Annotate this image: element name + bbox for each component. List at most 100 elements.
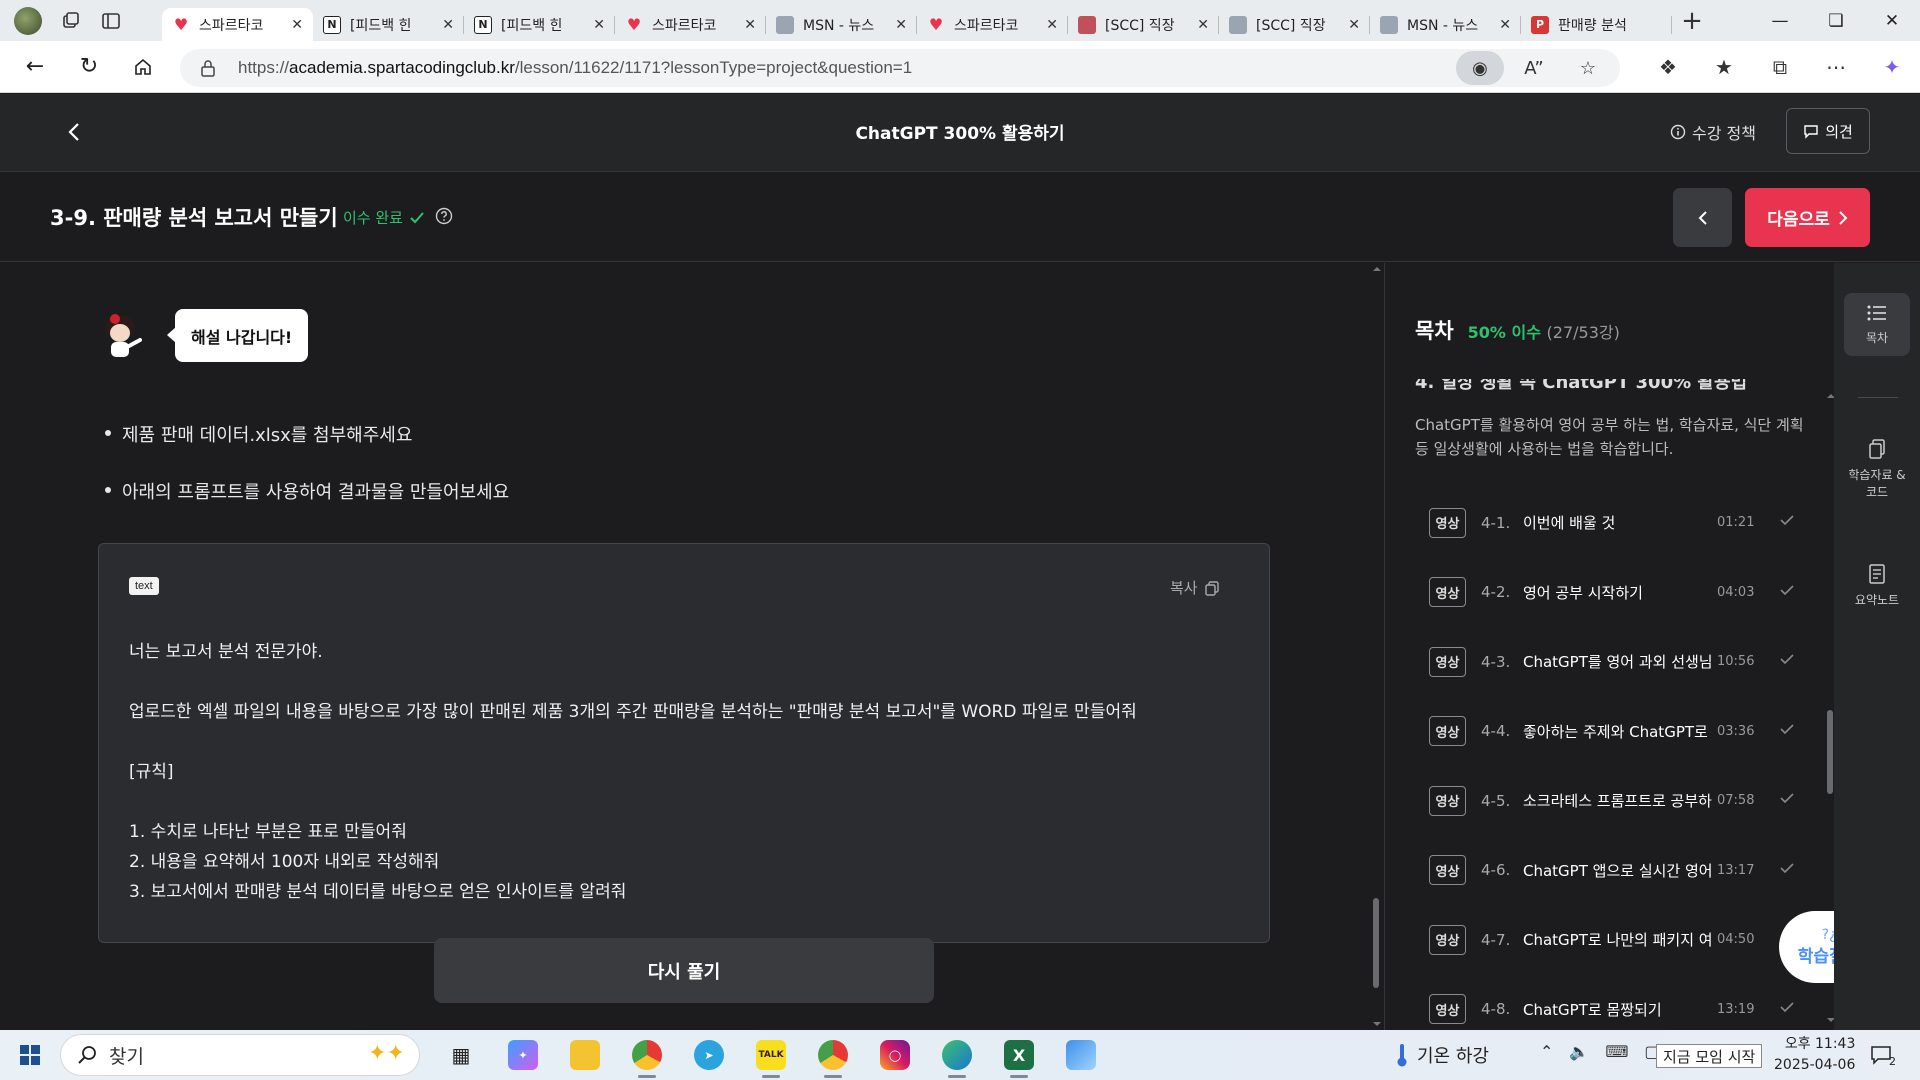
page-icon bbox=[1229, 15, 1247, 34]
next-lesson-button[interactable]: 다음으로 bbox=[1745, 188, 1870, 247]
favorites-icon[interactable]: ★ bbox=[1696, 41, 1752, 93]
content-scrollbar[interactable] bbox=[1370, 263, 1384, 1030]
back-button[interactable]: ← bbox=[8, 41, 62, 93]
browser-tab[interactable]: MSN - 뉴스 ✕ bbox=[1370, 8, 1521, 41]
toc-item[interactable]: 영상 4-7. ChatGPT로 나만의 패키지 여 04:50 bbox=[1429, 905, 1809, 975]
tracking-prevention-icon[interactable]: ◉ bbox=[1456, 51, 1504, 85]
toc-item-duration: 04:50 bbox=[1717, 932, 1755, 948]
url-prefix: https:// bbox=[238, 58, 290, 77]
close-tab-icon[interactable]: ✕ bbox=[895, 17, 907, 33]
weather-text: 기온 하강 bbox=[1417, 1046, 1489, 1067]
copy-button[interactable]: 복사 bbox=[1170, 577, 1220, 598]
browser-tab[interactable]: N [피드백 힌 ✕ bbox=[464, 8, 615, 41]
toc-item-number: 4-6. bbox=[1481, 861, 1511, 880]
browser-tab[interactable]: [SCC] 직장 ✕ bbox=[1219, 8, 1370, 41]
workspaces-icon[interactable] bbox=[60, 10, 82, 32]
ime-icon[interactable]: ⌨ bbox=[1605, 1042, 1628, 1061]
read-aloud-icon[interactable]: A” bbox=[1510, 51, 1558, 85]
policy-link[interactable]: 수강 정책 bbox=[1670, 120, 1756, 144]
refresh-button[interactable]: ↻ bbox=[62, 41, 116, 93]
pdf-icon: P bbox=[1531, 15, 1549, 34]
taskbar-clock[interactable]: 오후 11:43 2025-04-06 bbox=[1774, 1034, 1855, 1076]
copilot-icon[interactable]: ✦ bbox=[1864, 41, 1920, 93]
toc-item[interactable]: 영상 4-2. 영어 공부 시작하기 04:03 bbox=[1429, 558, 1809, 628]
new-tab-button[interactable]: + bbox=[1672, 0, 1712, 41]
video-badge: 영상 bbox=[1429, 646, 1466, 677]
rail-toc-button[interactable]: 목차 bbox=[1844, 293, 1910, 356]
toc-section-title[interactable]: 4. 일상 생활 속 ChatGPT 300% 활용법 bbox=[1415, 379, 1747, 393]
toc-item-title: ChatGPT로 몸짱되기 bbox=[1523, 1000, 1662, 1019]
home-button[interactable] bbox=[116, 41, 170, 93]
toc-scroll-thumb[interactable] bbox=[1827, 710, 1833, 794]
prompt-line: 업로드한 엑셀 파일의 내용을 바탕으로 가장 많이 판매된 제품 3개의 주간… bbox=[129, 702, 1137, 722]
browser-tab[interactable]: N [피드백 힌 ✕ bbox=[313, 8, 464, 41]
taskbar-search[interactable]: 찾기 ✦✦ bbox=[60, 1034, 420, 1076]
toc-progress-percent: 50% 이수 bbox=[1467, 323, 1541, 342]
tab-actions-icon[interactable] bbox=[100, 10, 122, 32]
toc-item[interactable]: 영상 4-8. ChatGPT로 몸짱되기 13:19 bbox=[1429, 975, 1809, 1031]
edge-icon[interactable] bbox=[926, 1030, 988, 1080]
toc-item[interactable]: 영상 4-5. 소크라테스 프롬프트로 공부하 07:58 bbox=[1429, 766, 1809, 836]
maximize-button[interactable]: ❏ bbox=[1808, 0, 1864, 41]
toc-item-number: 4-3. bbox=[1481, 652, 1511, 671]
chrome-profile-icon[interactable] bbox=[802, 1030, 864, 1080]
excel-icon[interactable]: X bbox=[988, 1030, 1050, 1080]
close-tab-icon[interactable]: ✕ bbox=[1499, 17, 1511, 33]
volume-icon[interactable]: 🔈 bbox=[1569, 1042, 1589, 1061]
minimize-button[interactable]: — bbox=[1752, 0, 1808, 41]
chrome-icon[interactable] bbox=[616, 1030, 678, 1080]
profile-avatar[interactable] bbox=[14, 6, 42, 35]
more-icon[interactable]: ⋯ bbox=[1808, 41, 1864, 93]
feedback-label: 의견 bbox=[1825, 122, 1853, 141]
notification-icon[interactable]: 2 bbox=[1866, 1042, 1896, 1068]
photos-icon[interactable] bbox=[1050, 1030, 1112, 1080]
file-explorer-icon[interactable] bbox=[554, 1030, 616, 1080]
content-scroll-thumb[interactable] bbox=[1373, 898, 1379, 988]
help-icon[interactable] bbox=[435, 207, 453, 229]
close-tab-icon[interactable]: ✕ bbox=[744, 17, 756, 33]
url-field[interactable]: https://academia.spartacodingclub.kr/les… bbox=[180, 49, 1620, 87]
browser-tab[interactable]: ♥ 스파르타코 ✕ bbox=[615, 8, 766, 41]
kakaotalk-icon[interactable]: TALK bbox=[740, 1030, 802, 1080]
close-tab-icon[interactable]: ✕ bbox=[593, 17, 605, 33]
start-button[interactable] bbox=[0, 1030, 60, 1080]
toc-item[interactable]: 영상 4-3. ChatGPT를 영어 과외 선생님 10:56 bbox=[1429, 627, 1809, 697]
telegram-icon[interactable]: ➤ bbox=[678, 1030, 740, 1080]
close-window-button[interactable]: ✕ bbox=[1864, 0, 1920, 41]
tray-chevron-up-icon[interactable]: ⌃ bbox=[1540, 1042, 1553, 1061]
toc-item[interactable]: 영상 4-6. ChatGPT 앱으로 실시간 영어 13:17 bbox=[1429, 836, 1809, 906]
collections-icon[interactable]: ⧉ bbox=[1752, 41, 1808, 93]
browser-tab[interactable]: ♥ 스파르타코 ✕ bbox=[162, 8, 313, 41]
check-icon bbox=[1780, 584, 1794, 595]
course-header: ChatGPT 300% 활용하기 수강 정책 의견 bbox=[0, 94, 1920, 172]
browser-tab[interactable]: [SCC] 직장 ✕ bbox=[1068, 8, 1219, 41]
rail-materials-button[interactable]: 학습자료 & 코드 bbox=[1844, 438, 1910, 500]
rail-notes-button[interactable]: 요약노트 bbox=[1844, 563, 1910, 608]
weather-widget[interactable]: 기온 하강 bbox=[1395, 1042, 1489, 1068]
toc-progress: 50% 이수 (27/53강) bbox=[1468, 319, 1620, 343]
info-icon bbox=[1670, 124, 1686, 140]
copilot-app-icon[interactable]: ✦ bbox=[492, 1030, 554, 1080]
toc-item[interactable]: 영상 4-4. 좋아하는 주제와 ChatGPT로 03:36 bbox=[1429, 697, 1809, 767]
close-tab-icon[interactable]: ✕ bbox=[1348, 17, 1360, 33]
comment-icon bbox=[1804, 125, 1818, 139]
close-tab-icon[interactable]: ✕ bbox=[291, 17, 303, 33]
feedback-button[interactable]: 의견 bbox=[1786, 108, 1870, 154]
browser-tab[interactable]: MSN - 뉴스 ✕ bbox=[766, 8, 917, 41]
browser-tab[interactable]: ♥ 스파르타코 ✕ bbox=[917, 8, 1068, 41]
lock-icon[interactable] bbox=[200, 59, 218, 77]
instagram-icon[interactable]: ◯ bbox=[864, 1030, 926, 1080]
extensions-icon[interactable]: ❖ bbox=[1640, 41, 1696, 93]
browser-tab-title: 스파르타코 bbox=[954, 17, 1019, 34]
toc-item[interactable]: 영상 4-1. 이번에 배울 것 01:21 bbox=[1429, 488, 1809, 558]
retry-button[interactable]: 다시 풀기 bbox=[434, 938, 934, 1003]
favorite-star-icon[interactable]: ☆ bbox=[1564, 51, 1612, 85]
prev-lesson-button[interactable] bbox=[1673, 188, 1732, 247]
close-tab-icon[interactable]: ✕ bbox=[442, 17, 454, 33]
browser-tab[interactable]: P 판매량 분석 bbox=[1521, 8, 1672, 41]
close-tab-icon[interactable]: ✕ bbox=[1197, 17, 1209, 33]
close-tab-icon[interactable]: ✕ bbox=[1046, 17, 1058, 33]
task-view-icon[interactable]: ▦ bbox=[430, 1030, 492, 1080]
toc-item-duration: 13:19 bbox=[1717, 1001, 1755, 1017]
instruction-list: 제품 판매 데이터.xlsx를 첨부해주세요 아래의 프롬프트를 사용하여 결과… bbox=[100, 421, 509, 535]
